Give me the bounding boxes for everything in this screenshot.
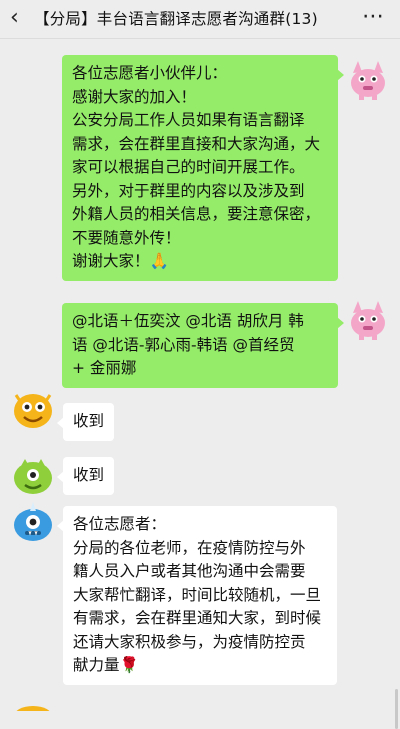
message-line: 不要随意外传！ [72,228,181,247]
message-bubble-other[interactable]: 各位志愿者： 分局的各位老师，在疫情防控与外 籍人员入户或者其他沟通中会需要 大… [57,506,337,685]
message-line: 献力量🌹 [73,656,139,674]
orange-monster-avatar[interactable] [10,385,56,431]
message-bubble-other[interactable]: 收到 [56,457,115,495]
message-line: 各位志愿者小伙伴儿： [72,64,228,82]
message-line: 还请大家积极参与，为疫情防控贡 [73,632,306,651]
chat-title: 【分局】丰台语言翻译志愿者沟通群(13) [34,10,318,28]
pink-monster-avatar[interactable] [345,295,391,341]
message-line: 谢谢大家！🙏 [72,252,169,270]
message-bubble-own[interactable]: 各位志愿者小伙伴儿： 感谢大家的加入！ 公安分局工作人员如果有语言翻译 需求，会… [62,55,344,281]
message-line: 外籍人员的相关信息，要注意保密， [72,205,321,223]
chat-header: ‹ 【分局】丰台语言翻译志愿者沟通群(13) ⋯ [0,0,400,39]
message-list[interactable]: 各位志愿者小伙伴儿： 感谢大家的加入！ 公安分局工作人员如果有语言翻译 需求，会… [0,39,400,729]
scrollbar[interactable] [395,689,398,729]
orange-monster-avatar[interactable] [10,699,56,711]
message-bubble-own[interactable]: @北语＋伍奕汶 @北语 胡欣月 韩 语 @北语-郭心雨-韩语 @首经贸 + 金丽… [62,303,344,388]
pink-monster-avatar[interactable] [345,55,391,101]
message-bubble-other[interactable]: 收到 [56,403,115,441]
message-line: 各位志愿者： [73,515,167,533]
message-line: @北语＋伍奕汶 @北语 胡欣月 韩 [72,312,304,330]
green-monster-avatar[interactable] [10,451,56,497]
message-line: 家可以根据自己的时间开展工作。 [72,158,305,176]
message-line: 感谢大家的加入！ [72,87,197,106]
message-line: 有需求，会在群里通知大家，到时候 [73,609,322,627]
message-line: + 金丽娜 [72,359,137,377]
message-line: 籍人员入户或者其他沟通中会需要 [73,562,306,580]
back-chevron-icon[interactable]: ‹ [10,6,19,30]
blue-monster-avatar[interactable] [10,498,56,544]
message-line: 分局的各位老师，在疫情防控与外 [73,538,306,557]
message-line: 收到 [73,466,105,484]
message-line: 大家帮忙翻译，时间比较随机，一旦 [73,585,322,604]
message-line: 需求，会在群里直接和大家沟通，大 [72,134,321,153]
message-line: 公安分局工作人员如果有语言翻译 [72,111,305,129]
message-line: 语 @北语-郭心雨-韩语 @首经贸 [72,335,295,354]
message-line: 另外，对于群里的内容以及涉及到 [72,181,305,200]
message-line: 收到 [73,412,105,430]
more-dots-icon[interactable]: ⋯ [362,4,386,29]
